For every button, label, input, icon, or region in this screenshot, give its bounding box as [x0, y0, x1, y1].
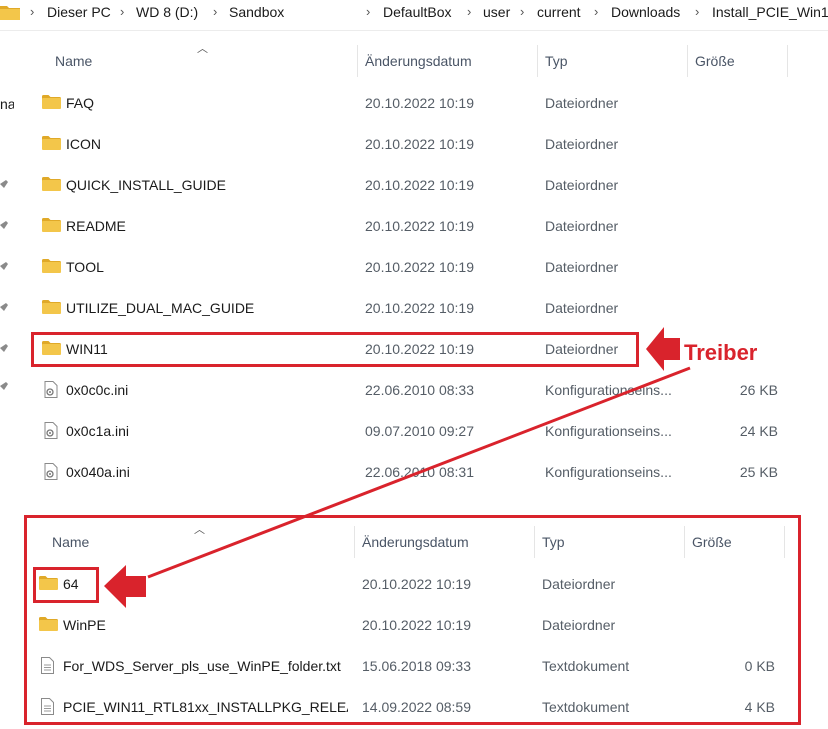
annotation-label: Treiber: [684, 340, 758, 365]
arrow-left-icon: [646, 327, 680, 371]
connector-line: [147, 366, 691, 579]
arrow-left-icon: [104, 565, 146, 608]
